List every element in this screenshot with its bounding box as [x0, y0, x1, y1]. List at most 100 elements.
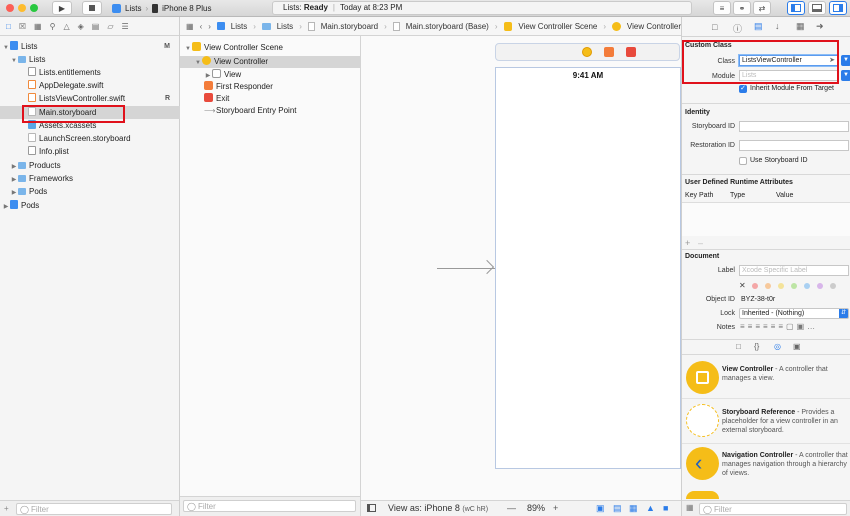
outline-scene[interactable]: ▼ View Controller Scene — [180, 42, 360, 54]
related-items-icon[interactable]: ▦ — [186, 22, 194, 31]
notes-format-toolbar[interactable]: ≡≡≡≡≡≡▢▣… — [740, 322, 818, 331]
color-swatch-purple[interactable] — [817, 283, 823, 289]
library-item-storyboard-reference[interactable]: Storyboard Reference - Provides a placeh… — [686, 404, 850, 444]
jump-crumb[interactable]: Lists — [277, 22, 293, 31]
jump-crumb[interactable]: Lists — [231, 22, 247, 31]
tree-item-project[interactable]: ▼ Lists M — [0, 40, 180, 53]
storyboard-id-field[interactable] — [739, 121, 849, 132]
tree-item-entitlements[interactable]: Lists.entitlements — [0, 66, 180, 79]
code-snippet-icon[interactable]: {} — [754, 342, 759, 351]
tree-item-pods-project[interactable]: ▶ Pods — [0, 199, 180, 212]
zoom-level[interactable]: 89% — [527, 503, 545, 513]
color-swatch-gray[interactable] — [830, 283, 836, 289]
size-inspector-icon[interactable]: ▦ — [796, 21, 805, 32]
issue-icon[interactable]: △ — [63, 22, 69, 31]
back-icon[interactable]: ‹ — [200, 22, 203, 31]
standard-editor-button[interactable]: ≡ — [713, 1, 731, 15]
scheme-selector[interactable]: Lists › iPhone 8 Plus — [112, 1, 212, 15]
test-icon[interactable]: ◈ — [78, 22, 84, 31]
outline-entry-point[interactable]: ⟶Storyboard Entry Point — [180, 105, 360, 117]
breakpoint-icon[interactable]: ▱ — [107, 22, 113, 31]
zoom-out-icon[interactable]: — — [507, 503, 516, 513]
add-icon[interactable]: + — [4, 504, 9, 513]
zoom-window-button[interactable] — [30, 4, 38, 12]
stop-button[interactable] — [82, 1, 102, 15]
toggle-outline-icon[interactable] — [367, 504, 376, 512]
first-responder-icon[interactable] — [604, 47, 614, 57]
view-controller-icon[interactable] — [582, 47, 592, 57]
media-library-icon[interactable]: ▣ — [793, 342, 801, 351]
navigator-filter-input[interactable]: ◯ Filter — [16, 503, 172, 515]
tree-item-products[interactable]: ▶ Products — [0, 159, 180, 172]
add-attribute-icon[interactable]: + — [685, 238, 690, 248]
toggle-navigator-button[interactable] — [787, 1, 805, 15]
module-dropdown-chevron-icon[interactable]: ▼ — [841, 70, 850, 81]
resize-icon[interactable]: ■ — [663, 503, 668, 513]
version-editor-button[interactable]: ⇄ — [753, 1, 771, 15]
xcode-label-field[interactable]: Xcode Specific Label — [739, 265, 849, 276]
disclosure-open-icon[interactable]: ▼ — [184, 43, 192, 55]
outline-exit[interactable]: Exit — [180, 93, 360, 105]
library-filter-input[interactable]: ◯ Filter — [699, 503, 847, 515]
outline-view-controller[interactable]: ▼ View Controller — [180, 56, 360, 68]
forward-icon[interactable]: › — [208, 22, 211, 31]
embed-icon[interactable]: ▣ — [596, 503, 605, 514]
tree-item-launchscreen[interactable]: LaunchScreen.storyboard — [0, 132, 180, 145]
outline-view[interactable]: ▶ View — [180, 69, 360, 81]
outline-first-responder[interactable]: First Responder — [180, 81, 360, 93]
file-template-icon[interactable]: □ — [736, 342, 741, 351]
disclosure-closed-icon[interactable]: ▶ — [2, 201, 10, 214]
library-item-view-controller[interactable]: View Controller - A controller that mana… — [686, 361, 850, 401]
toggle-inspector-button[interactable] — [829, 1, 847, 15]
jump-crumb[interactable]: Main.storyboard — [321, 22, 378, 31]
no-color-icon[interactable]: ✕ — [739, 281, 746, 290]
resolve-icon[interactable]: ▲ — [646, 503, 655, 513]
runtime-attributes-table[interactable] — [682, 202, 850, 236]
assistant-editor-button[interactable]: ⚭ — [733, 1, 751, 15]
inherit-module-checkbox[interactable]: ✓ — [739, 85, 747, 93]
disclosure-open-icon[interactable]: ▼ — [194, 57, 202, 69]
grid-view-icon[interactable]: ▦ — [686, 503, 694, 512]
object-library-icon[interactable]: ◎ — [774, 342, 781, 351]
minimize-window-button[interactable] — [18, 4, 26, 12]
toggle-debug-button[interactable] — [808, 1, 826, 15]
jump-crumb[interactable]: Main.storyboard (Base) — [406, 22, 489, 31]
storyboard-canvas[interactable]: 9:41 AM — [361, 36, 681, 500]
library-item-navigation-controller[interactable]: ‹ Navigation Controller - A controller t… — [686, 447, 850, 487]
restoration-id-field[interactable] — [739, 140, 849, 151]
color-swatch-orange[interactable] — [765, 283, 771, 289]
file-inspector-icon[interactable]: □ — [712, 22, 717, 32]
view-controller-frame[interactable]: 9:41 AM — [495, 67, 681, 469]
zoom-in-icon[interactable]: + — [553, 503, 558, 513]
run-button[interactable]: ▶ — [52, 1, 72, 15]
folder-icon[interactable]: □ — [6, 22, 11, 31]
report-icon[interactable]: ☰ — [121, 22, 128, 31]
tree-item-pods-group[interactable]: ▶ Pods — [0, 185, 180, 198]
tree-item-infoplist[interactable]: Info.plist — [0, 145, 180, 158]
attributes-inspector-icon[interactable]: ↓ — [775, 21, 780, 31]
tree-item-frameworks[interactable]: ▶ Frameworks — [0, 172, 180, 185]
color-swatch-green[interactable] — [791, 283, 797, 289]
jump-crumb[interactable]: View Controller — [627, 22, 681, 31]
tree-item-appdelegate[interactable]: AppDelegate.swift — [0, 79, 180, 92]
search-icon[interactable]: ⚲ — [50, 22, 56, 31]
class-dropdown-chevron-icon[interactable]: ▼ — [841, 55, 850, 66]
close-window-button[interactable] — [6, 4, 14, 12]
debug-icon[interactable]: ▤ — [92, 22, 100, 31]
scene-dock[interactable] — [495, 43, 680, 61]
tree-item-group-lists[interactable]: ▼ Lists — [0, 53, 180, 66]
use-storyboard-id-checkbox[interactable] — [739, 157, 747, 165]
remove-attribute-icon[interactable]: – — [698, 238, 703, 248]
lock-select[interactable]: Inherited - (Nothing) ⇵ — [739, 308, 849, 319]
color-swatch-blue[interactable] — [804, 283, 810, 289]
exit-icon[interactable] — [626, 47, 636, 57]
connections-inspector-icon[interactable]: ➜ — [816, 21, 824, 32]
help-icon[interactable]: ⓘ — [733, 22, 742, 35]
jump-crumb[interactable]: View Controller Scene — [518, 22, 597, 31]
outline-filter-input[interactable]: ◯ Filter — [183, 500, 356, 512]
symbol-icon[interactable]: ▦ — [34, 22, 42, 31]
color-swatch-red[interactable] — [752, 283, 758, 289]
pin-icon[interactable]: ▦ — [629, 503, 638, 514]
align-icon[interactable]: ▤ — [613, 503, 622, 514]
view-as-button[interactable]: View as: iPhone 8 (wC hR) — [388, 503, 488, 513]
